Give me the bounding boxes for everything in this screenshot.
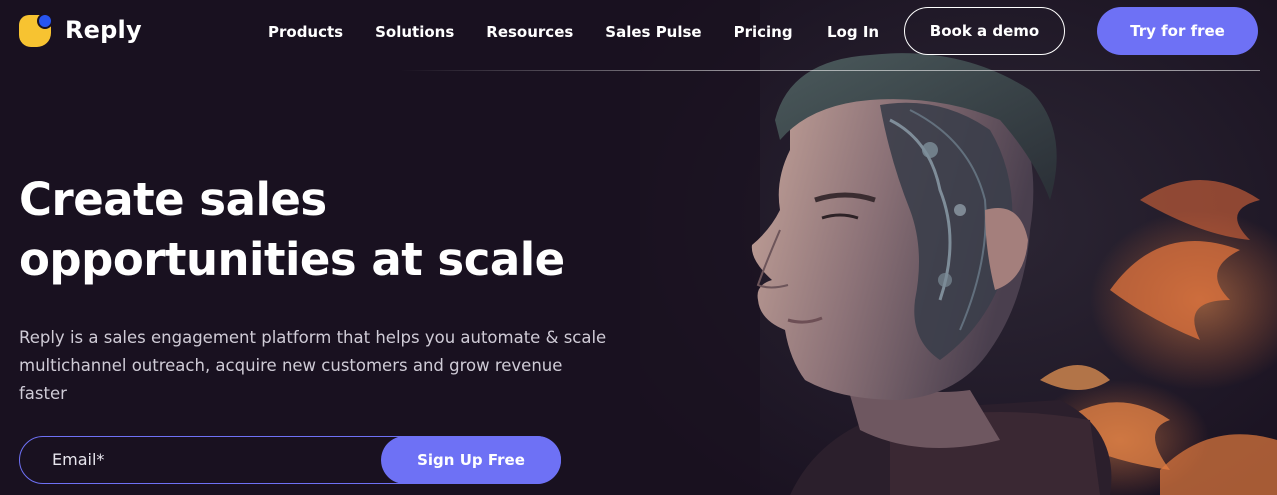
nav-item-resources[interactable]: Resources — [486, 23, 573, 41]
nav-item-products[interactable]: Products — [268, 23, 343, 41]
sign-up-free-button[interactable]: Sign Up Free — [381, 435, 561, 484]
nav-item-pricing[interactable]: Pricing — [734, 23, 793, 41]
hero-headline: Create sales opportunities at scale — [19, 173, 565, 286]
site-header: Reply Products Solutions Resources Sales… — [0, 0, 1277, 70]
nav-item-sales-pulse[interactable]: Sales Pulse — [605, 23, 701, 41]
hero-image — [640, 0, 1277, 495]
book-demo-button[interactable]: Book a demo — [904, 7, 1065, 55]
email-input[interactable] — [20, 437, 382, 482]
hero-subtext: Reply is a sales engagement platform tha… — [19, 328, 607, 403]
signup-form: Sign Up Free — [19, 435, 561, 484]
try-free-button[interactable]: Try for free — [1097, 7, 1258, 55]
brand-name: Reply — [65, 16, 142, 44]
brand-logo[interactable]: Reply — [19, 13, 142, 47]
main-nav: Products Solutions Resources Sales Pulse… — [268, 23, 825, 41]
header-divider — [400, 70, 1260, 71]
reply-logo-icon — [19, 13, 53, 47]
nav-item-solutions[interactable]: Solutions — [375, 23, 454, 41]
login-link[interactable]: Log In — [827, 23, 879, 41]
